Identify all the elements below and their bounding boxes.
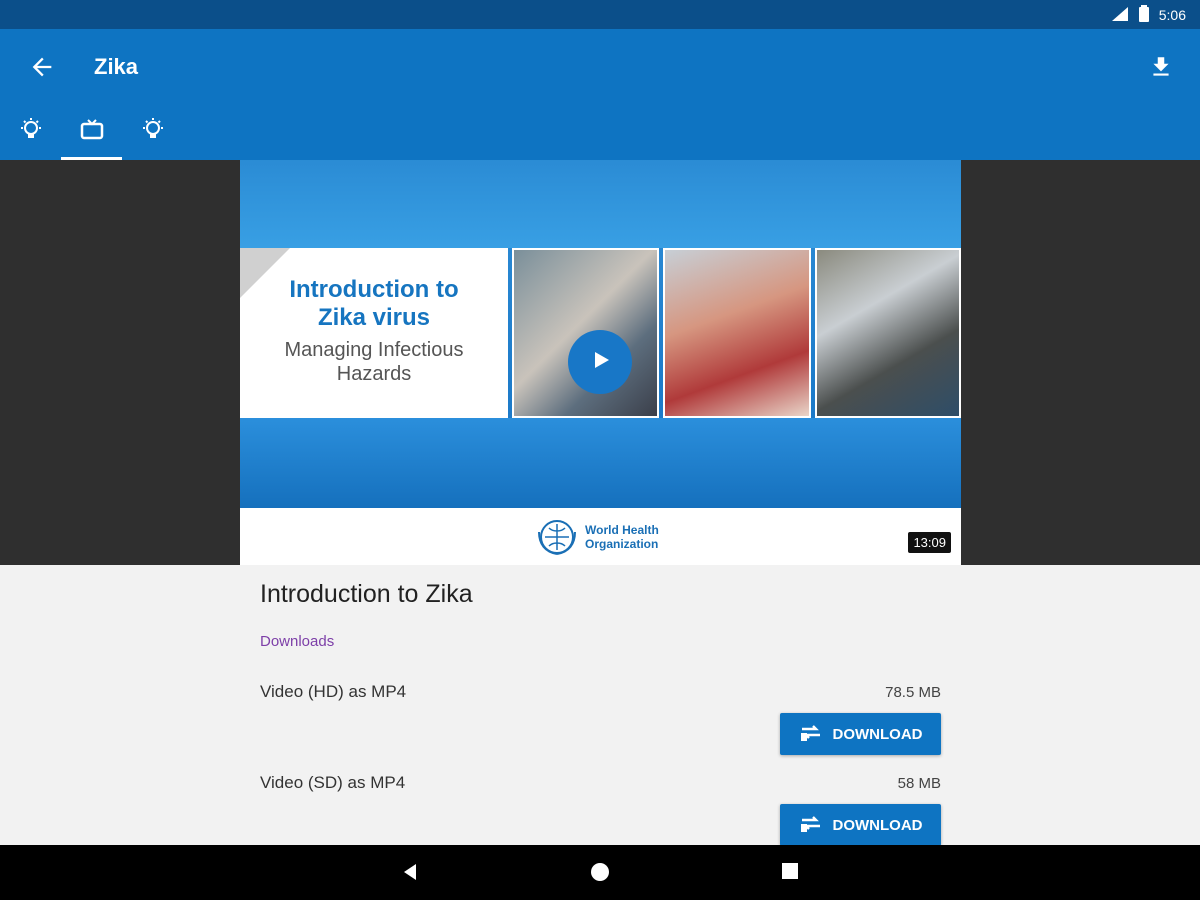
play-button[interactable]	[568, 330, 632, 394]
download-sd-button[interactable]: DOWNLOAD	[780, 804, 941, 846]
play-icon	[588, 348, 612, 377]
download-size: 78.5 MB	[885, 684, 941, 701]
tab-tips-1[interactable]	[0, 109, 61, 160]
battery-icon	[1138, 5, 1149, 25]
who-logo: World Health Organization	[535, 518, 659, 556]
back-arrow-icon[interactable]	[28, 53, 56, 81]
download-button-label: DOWNLOAD	[832, 816, 923, 834]
who-line2: Organization	[585, 537, 659, 551]
signal-icon	[1111, 6, 1129, 25]
tv-icon	[79, 117, 105, 160]
download-sync-icon	[799, 721, 823, 747]
video-thumbnail[interactable]: Introduction to Zika virus Managing Infe…	[240, 160, 961, 565]
video-details: Introduction to Zika Downloads Video (HD…	[0, 565, 1200, 846]
video-player[interactable]: Introduction to Zika virus Managing Infe…	[0, 160, 1200, 565]
app-bar: Zika	[0, 29, 1200, 160]
tab-bar	[0, 109, 183, 160]
download-format-label: Video (HD) as MP4	[260, 682, 407, 701]
page-title: Zika	[94, 54, 139, 79]
thumbnail-bottom-band	[240, 418, 961, 508]
lightbulb-icon	[18, 117, 44, 160]
nav-back-icon[interactable]	[400, 862, 420, 887]
downloads-label: Downloads	[260, 633, 335, 650]
card-corner-decoration	[240, 248, 290, 298]
card-subtitle: Managing Infectious Hazards	[284, 339, 464, 385]
thumbnail-top-band	[240, 160, 961, 248]
clock: 5:06	[1158, 7, 1186, 23]
download-hd-button[interactable]: DOWNLOAD	[780, 713, 941, 755]
tab-videos[interactable]	[61, 109, 122, 160]
logo-strip: World Health Organization 13:09	[240, 508, 961, 565]
tab-tips-2[interactable]	[122, 109, 183, 160]
download-icon[interactable]	[1148, 53, 1174, 81]
duration-badge: 13:09	[908, 532, 951, 553]
download-format-label: Video (SD) as MP4	[260, 773, 406, 792]
photo-mother-baby	[663, 248, 811, 418]
video-title: Introduction to Zika	[260, 580, 473, 608]
title-card: Introduction to Zika virus Managing Infe…	[240, 248, 508, 418]
who-emblem-icon	[538, 520, 576, 555]
status-bar: 5:06	[0, 0, 1200, 29]
download-size: 58 MB	[897, 775, 941, 792]
download-button-label: DOWNLOAD	[832, 725, 923, 743]
nav-home-icon[interactable]	[590, 862, 610, 887]
system-nav-bar	[0, 845, 1200, 900]
who-line1: World Health	[585, 523, 659, 537]
nav-recents-icon[interactable]	[781, 862, 799, 885]
download-sync-icon	[799, 812, 823, 838]
lightbulb-icon	[140, 117, 166, 160]
photo-water-inspection	[815, 248, 961, 418]
